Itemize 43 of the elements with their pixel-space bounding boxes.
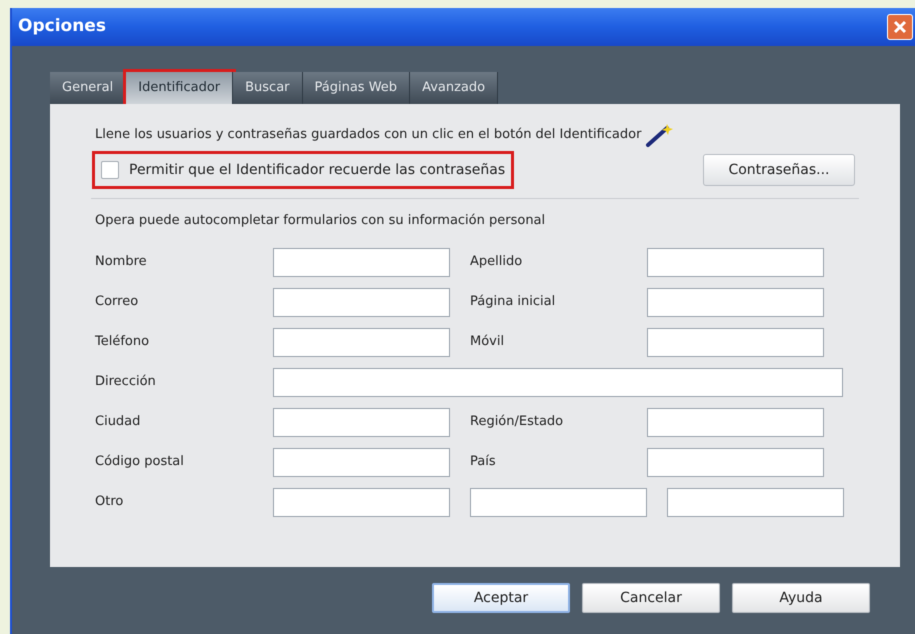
- field-label: Página inicial: [469, 293, 556, 312]
- passwords-button[interactable]: Contraseñas...: [703, 154, 855, 186]
- input-field[interactable]: [273, 328, 450, 356]
- field-label: Correo: [95, 293, 140, 312]
- input-field[interactable]: [647, 328, 824, 356]
- remember-checkbox-row[interactable]: Permitir que el Identificador recuerde las contraseñas: [95, 154, 512, 186]
- close-icon: [893, 20, 907, 34]
- field-label: Ciudad: [95, 413, 142, 432]
- wand-icon: [645, 122, 676, 148]
- field-label: Teléfono: [95, 333, 150, 352]
- close-button[interactable]: [887, 14, 913, 40]
- input-field[interactable]: [667, 488, 844, 516]
- tab[interactable]: Avanzado: [410, 72, 498, 104]
- intro-text: Llene los usuarios y contraseñas guardados con un clic en el botón del Identificador: [95, 126, 642, 144]
- input-field[interactable]: [647, 288, 824, 316]
- field-label: Apellido: [469, 253, 524, 272]
- dialog-button[interactable]: Ayuda: [732, 583, 870, 613]
- field-label: Región/Estado: [469, 413, 564, 432]
- autofill-heading: Opera puede autocompletar formularios con su información personal: [95, 212, 546, 230]
- input-field[interactable]: [273, 288, 450, 316]
- tab[interactable]: Buscar: [233, 72, 303, 104]
- input-field[interactable]: [273, 248, 450, 276]
- input-field[interactable]: [470, 488, 647, 516]
- field-label: Móvil: [469, 333, 506, 352]
- tab[interactable]: Páginas Web: [302, 72, 410, 104]
- field-label: País: [469, 453, 497, 472]
- input-field[interactable]: [273, 488, 450, 516]
- tab[interactable]: Identificador: [126, 72, 234, 104]
- checkbox-label: Permitir que el Identificador recuerde las contraseñas: [129, 160, 506, 180]
- window-title: Opciones: [18, 15, 106, 38]
- field-label: Nombre: [95, 253, 148, 272]
- field-label: Código postal: [95, 453, 185, 472]
- checkbox[interactable]: [101, 161, 119, 179]
- input-field[interactable]: [647, 448, 824, 476]
- dialog-button[interactable]: Aceptar: [432, 583, 570, 613]
- field-label: Otro: [95, 493, 124, 512]
- input-field[interactable]: [647, 408, 824, 436]
- input-field[interactable]: [647, 248, 824, 276]
- dialog-button[interactable]: Cancelar: [582, 583, 720, 613]
- input-field[interactable]: [273, 448, 450, 476]
- field-label: Dirección: [95, 373, 157, 392]
- input-field[interactable]: [273, 408, 450, 436]
- input-field[interactable]: [273, 368, 843, 396]
